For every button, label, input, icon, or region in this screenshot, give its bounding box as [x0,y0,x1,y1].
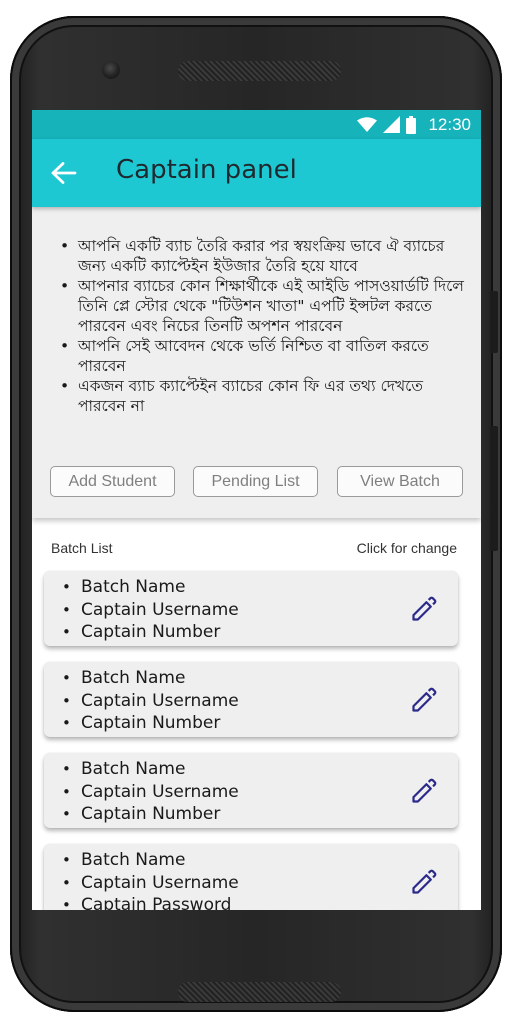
batch-card-details: Batch Name Captain Username Captain Numb… [62,576,239,644]
front-camera [102,61,120,79]
pencil-icon[interactable] [410,595,438,623]
info-panel: আপনি একটি ব্যাচ তৈরি করার পর স্বয়ংক্রিয… [32,207,481,518]
batch-card[interactable]: Batch Name Captain Username Captain Numb… [44,662,458,737]
batch-list-title: Batch List [51,540,113,556]
batch-name: Batch Name [62,667,239,690]
power-button [490,291,498,353]
rules-list: আপনি একটি ব্যাচ তৈরি করার পর স্বয়ংক্রিয… [60,236,468,416]
rule-item: একজন ব্যাচ ক্যাপ্টেইন ব্যাচের কোন ফি এর … [60,376,468,416]
captain-number: Captain Number [62,712,239,735]
status-icons: 12:30 [357,110,471,139]
battery-icon [406,115,417,134]
captain-password: Captain Password [62,894,239,910]
batch-list-header: Batch List Click for change [32,518,481,562]
captain-username: Captain Username [62,781,239,804]
pencil-icon[interactable] [410,777,438,805]
pencil-icon[interactable] [410,868,438,896]
bottom-speaker [178,982,341,1002]
top-speaker [178,61,341,81]
batch-card-details: Batch Name Captain Username Captain Pass… [62,849,239,910]
captain-number: Captain Number [62,803,239,826]
captain-username: Captain Username [62,690,239,713]
status-time: 12:30 [428,114,471,134]
batch-name: Batch Name [62,849,239,872]
captain-username: Captain Username [62,872,239,895]
action-buttons: Add Student Pending List View Batch [50,466,463,497]
batch-card[interactable]: Batch Name Captain Username Captain Pass… [44,844,458,910]
captain-username: Captain Username [62,599,239,622]
batch-card-details: Batch Name Captain Username Captain Numb… [62,758,239,826]
wifi-icon [357,116,378,132]
batch-card[interactable]: Batch Name Captain Username Captain Numb… [44,571,458,646]
signal-icon [383,116,401,133]
batch-name: Batch Name [62,758,239,781]
captain-number: Captain Number [62,621,239,644]
page-title: Captain panel [116,155,297,185]
add-student-button[interactable]: Add Student [50,466,175,497]
volume-button [490,426,498,551]
batch-card-details: Batch Name Captain Username Captain Numb… [62,667,239,735]
arrow-back-icon [51,162,77,184]
back-button[interactable] [48,159,80,187]
status-bar: 12:30 [32,110,481,139]
rule-item: আপনি একটি ব্যাচ তৈরি করার পর স্বয়ংক্রিয… [60,236,468,276]
batch-card[interactable]: Batch Name Captain Username Captain Numb… [44,753,458,828]
rule-item: আপনার ব্যাচের কোন শিক্ষার্থীকে এই আইডি প… [60,276,468,336]
app-bar: Captain panel [32,139,481,207]
pencil-icon[interactable] [410,686,438,714]
batch-name: Batch Name [62,576,239,599]
view-batch-button[interactable]: View Batch [337,466,463,497]
rule-item: আপনি সেই আবেদন থেকে ভর্তি নিশ্চিত বা বাত… [60,336,468,376]
app-screen: 12:30 Captain panel আপনি একটি ব্যাচ তৈরি… [32,110,481,910]
click-for-change-hint: Click for change [356,540,457,556]
pending-list-button[interactable]: Pending List [193,466,318,497]
